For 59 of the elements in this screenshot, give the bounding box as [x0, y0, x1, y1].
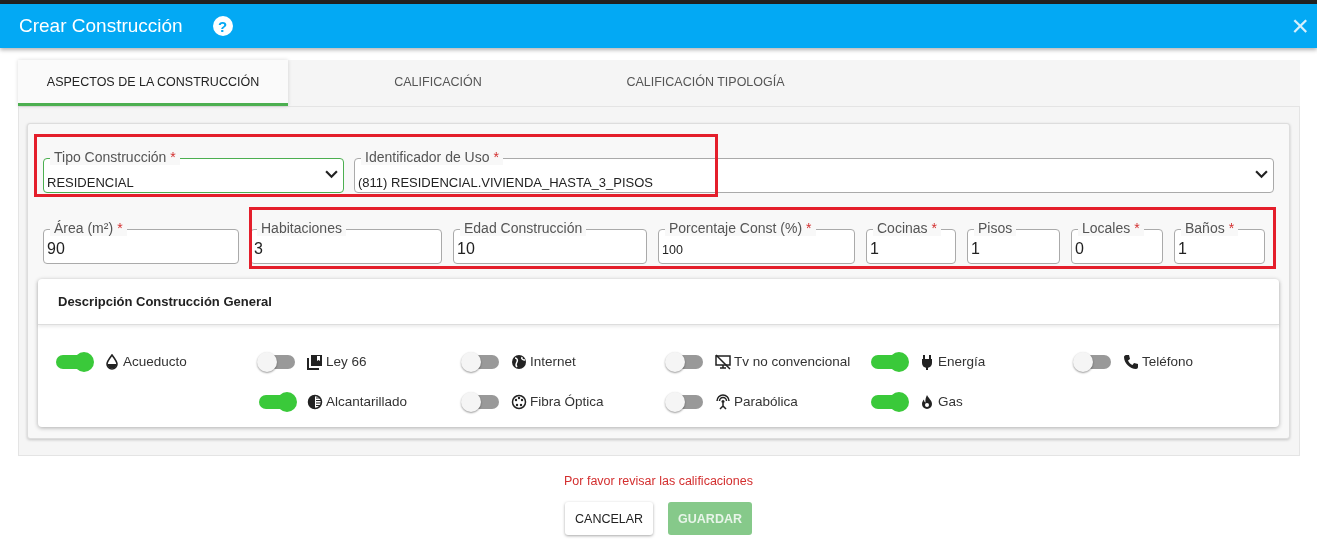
- window-title: Crear Construcción: [19, 15, 183, 37]
- input-field[interactable]: Locales * 0: [1071, 220, 1163, 264]
- field-label: Identificador de Uso *: [361, 149, 503, 165]
- field-label: Baños *: [1181, 220, 1239, 236]
- service-label: Internet: [530, 354, 576, 369]
- toggle-switch[interactable]: [56, 354, 92, 369]
- service-label: Ley 66: [326, 354, 367, 369]
- tab[interactable]: CALIFICACIÓN: [288, 60, 588, 106]
- service-label: Teléfono: [1142, 354, 1194, 369]
- toggle-switch[interactable]: [259, 394, 295, 409]
- field-label: Área (m²) *: [50, 220, 127, 236]
- input-field[interactable]: Porcentaje Const (%) * 100: [658, 220, 855, 264]
- globe-icon: [511, 353, 527, 370]
- field-label: Tipo Construcción *: [50, 149, 180, 165]
- toggle-switch[interactable]: [871, 394, 907, 409]
- phone-icon: [1123, 353, 1139, 370]
- service-label: Parabólica: [734, 394, 798, 409]
- field-label: Locales *: [1078, 220, 1144, 236]
- input-field[interactable]: Edad Construcción 10: [453, 220, 647, 264]
- toggle-switch[interactable]: [1075, 354, 1111, 369]
- books-icon: [307, 353, 323, 370]
- toggle-switch[interactable]: [667, 354, 703, 369]
- service-label: Tv no convencional: [734, 354, 851, 369]
- antenna-icon: [715, 393, 731, 410]
- input-field[interactable]: Identificador de Uso * (811) RESIDENCIAL.VIVIENDA_HASTA_3_PISOS: [354, 149, 1274, 193]
- field-label: Porcentaje Const (%) *: [665, 220, 816, 236]
- tab[interactable]: ASPECTOS DE LA CONSTRUCCIÓN: [18, 60, 288, 106]
- crossed-monitor-icon: [715, 353, 731, 370]
- plug-icon: [919, 353, 935, 370]
- input-field[interactable]: Pisos 1: [967, 220, 1060, 264]
- water-drop-icon: [104, 353, 120, 370]
- flame-icon: [919, 393, 935, 410]
- field-label: Cocinas *: [873, 220, 942, 236]
- input-field[interactable]: Área (m²) * 90: [43, 220, 239, 264]
- input-field[interactable]: Tipo Construcción * RESIDENCIAL: [43, 149, 344, 193]
- service-label: Acueducto: [123, 354, 187, 369]
- service-label: Fibra Óptica: [530, 394, 604, 409]
- connector-icon: [511, 393, 527, 410]
- input-field[interactable]: Cocinas * 1: [866, 220, 956, 264]
- field-label: Pisos: [974, 220, 1017, 236]
- chevron-down-icon: [1255, 170, 1268, 179]
- toggle-switch[interactable]: [463, 394, 499, 409]
- error-message: Por favor revisar las calificaciones: [563, 474, 754, 488]
- field-label: Habitaciones: [257, 220, 346, 236]
- field-label: Edad Construcción: [460, 220, 587, 236]
- toggle-switch[interactable]: [259, 354, 295, 369]
- chevron-down-icon: [325, 170, 338, 179]
- service-label: Alcantarillado: [326, 394, 408, 409]
- half-circle-icon: [307, 393, 323, 410]
- toggle-switch[interactable]: [871, 354, 907, 369]
- toggle-switch[interactable]: [463, 354, 499, 369]
- input-field[interactable]: Habitaciones 3: [250, 220, 442, 264]
- action-button[interactable]: CANCELAR: [565, 502, 654, 535]
- service-label: Gas: [938, 394, 963, 409]
- toggle-switch[interactable]: [667, 394, 703, 409]
- section-title: Descripción Construcción General: [58, 294, 272, 309]
- input-field[interactable]: Baños * 1: [1174, 220, 1265, 264]
- tab[interactable]: CALIFICACIÓN TIPOLOGÍA: [588, 60, 823, 106]
- service-label: Energía: [938, 354, 986, 369]
